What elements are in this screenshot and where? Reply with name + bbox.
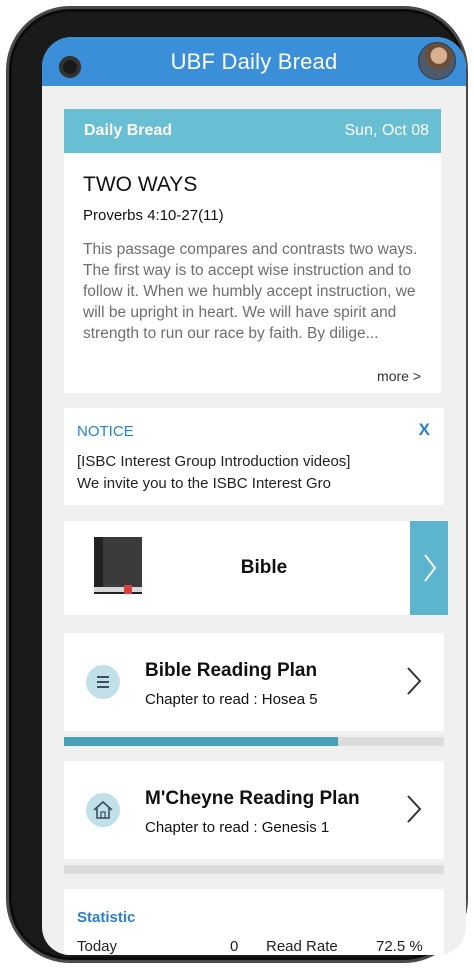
bible-label: Bible <box>240 557 288 578</box>
notice-close-button[interactable]: X <box>419 420 430 440</box>
passage-summary: This passage compares and contrasts two … <box>83 241 418 342</box>
passage-reference: Proverbs 4:10-27(11) <box>83 207 224 224</box>
notice-line-1: [ISBC Interest Group Introduction videos… <box>77 453 351 470</box>
home-icon <box>86 793 120 827</box>
daily-bread-date: Sun, Oct 08 <box>344 122 430 139</box>
bible-reading-progress-bar <box>64 737 444 746</box>
bible-next-button[interactable] <box>410 521 448 615</box>
daily-bread-card[interactable]: Daily Bread Sun, Oct 08 TWO WAYS Proverb… <box>64 109 441 393</box>
phone-frame: UBF Daily Bread Daily Bread Sun, Oct 08 … <box>6 6 468 963</box>
progress-fill <box>64 737 338 746</box>
statistic-card: Statistic Today 0 Read Rate 72.5 % <box>64 889 444 955</box>
plan-title: Bible Reading Plan <box>145 660 318 681</box>
app-title: UBF Daily Bread <box>170 49 338 74</box>
app-screen: UBF Daily Bread Daily Bread Sun, Oct 08 … <box>42 37 466 955</box>
passage-title: TWO WAYS <box>83 173 198 196</box>
bible-card[interactable]: Bible <box>64 521 448 615</box>
read-rate-value: 72.5 % <box>376 938 423 955</box>
top-bar: UBF Daily Bread <box>42 37 466 86</box>
avatar[interactable] <box>418 42 456 80</box>
statistic-label: Statistic <box>77 909 136 926</box>
chevron-right-icon <box>407 667 422 695</box>
mcheyne-progress-bar <box>64 865 444 874</box>
notice-card[interactable]: NOTICE X [ISBC Interest Group Introducti… <box>64 408 444 505</box>
daily-bread-header: Daily Bread Sun, Oct 08 <box>64 109 441 153</box>
notice-line-2: We invite you to the ISBC Interest Gro <box>77 475 332 492</box>
list-icon <box>86 665 120 699</box>
more-link[interactable]: more > <box>377 368 421 384</box>
mcheyne-reading-plan-card[interactable]: M'Cheyne Reading Plan Chapter to read : … <box>64 761 444 859</box>
read-rate-label: Read Rate <box>266 938 338 955</box>
notice-label: NOTICE <box>77 423 134 440</box>
plan-chapter: Chapter to read : Hosea 5 <box>145 691 318 708</box>
chevron-right-icon <box>424 554 437 582</box>
today-label: Today <box>77 938 118 955</box>
today-value: 0 <box>230 938 239 955</box>
daily-bread-label: Daily Bread <box>84 122 173 139</box>
plan-title: M'Cheyne Reading Plan <box>145 788 360 809</box>
plan-chapter: Chapter to read : Genesis 1 <box>145 819 330 836</box>
bible-reading-plan-card[interactable]: Bible Reading Plan Chapter to read : Hos… <box>64 633 444 731</box>
chevron-right-icon <box>407 795 422 823</box>
